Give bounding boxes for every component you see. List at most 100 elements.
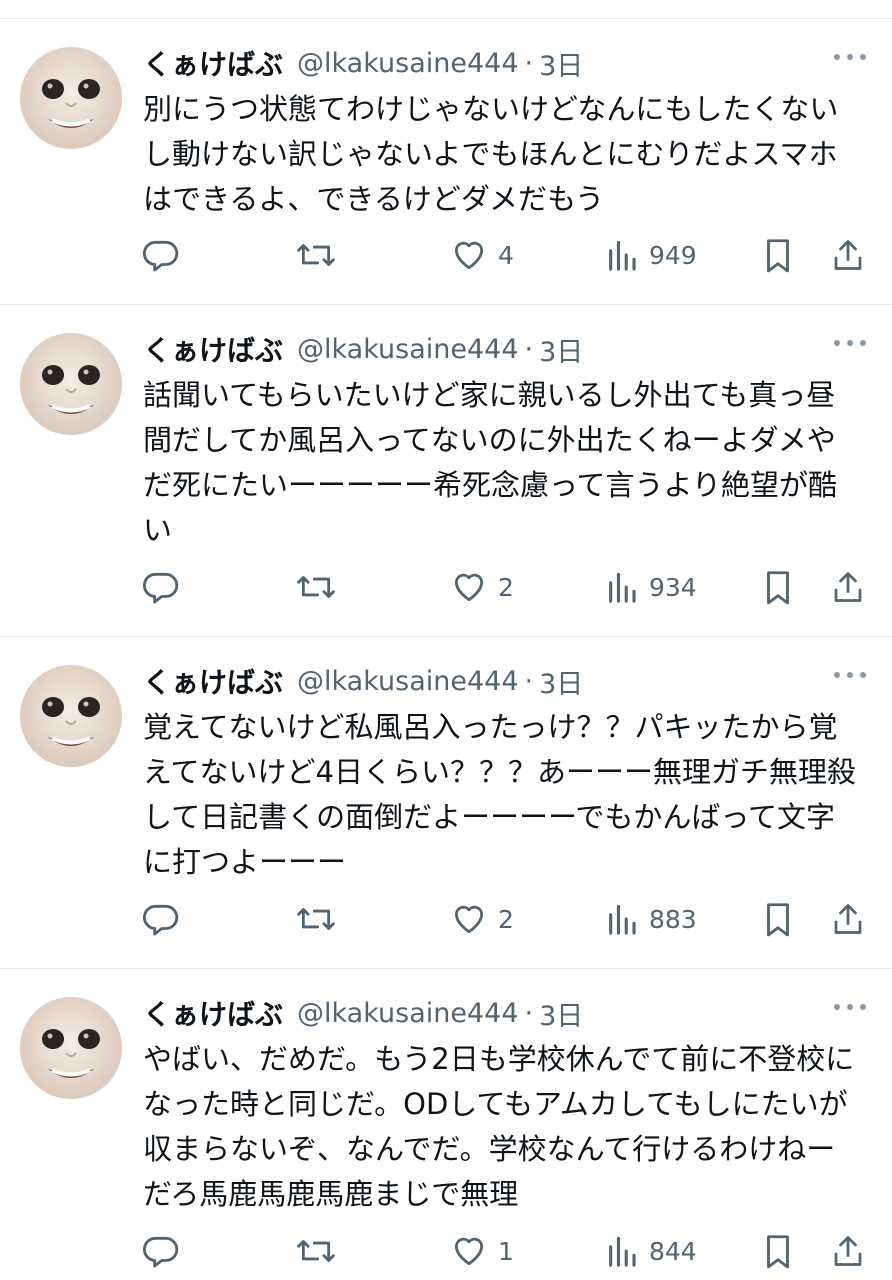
header-separator: · xyxy=(524,47,534,79)
bookmark-icon xyxy=(767,571,789,605)
bookmark-button[interactable] xyxy=(760,899,796,939)
reply-button[interactable] xyxy=(142,235,180,275)
like-button[interactable]: 2 xyxy=(450,899,514,939)
bookmark-icon xyxy=(767,903,789,937)
like-button[interactable]: 4 xyxy=(450,235,514,275)
reply-button[interactable] xyxy=(142,899,180,939)
avatar-face-image xyxy=(20,997,122,1099)
avatar[interactable] xyxy=(20,47,122,149)
action-bar: 1 844 xyxy=(140,1231,880,1271)
tweet-time[interactable]: 3日 xyxy=(539,44,583,83)
tweet-4[interactable]: くぁけばぶ @lkakusaine444 · 3日 やばい、だめだ。もう2日も学… xyxy=(0,969,892,1280)
tweet-header: くぁけばぶ @lkakusaine444 · 3日 xyxy=(143,993,583,1033)
tweet-text: 別にうつ状態てわけじゃないけどなんにもしたくないし動けない訳じゃないよでもほんと… xyxy=(143,92,839,216)
heart-icon xyxy=(454,573,484,602)
avatar-face-image xyxy=(20,665,122,767)
more-dots-icon[interactable] xyxy=(830,997,870,1017)
retweet-icon xyxy=(297,1240,335,1262)
display-name[interactable]: くぁけばぶ xyxy=(143,661,283,701)
retweet-button[interactable] xyxy=(295,1231,337,1271)
avatar[interactable] xyxy=(20,333,122,435)
views-button[interactable]: 883 xyxy=(605,899,697,939)
share-button[interactable] xyxy=(830,567,866,607)
tweet-header: くぁけばぶ @lkakusaine444 · 3日 xyxy=(143,329,583,369)
views-button[interactable]: 934 xyxy=(605,567,697,607)
user-handle[interactable]: @lkakusaine444 xyxy=(297,48,519,79)
header-separator: · xyxy=(524,333,534,365)
reply-icon xyxy=(142,240,179,272)
header-separator: · xyxy=(524,665,534,697)
like-count: 4 xyxy=(498,240,514,270)
user-handle[interactable]: @lkakusaine444 xyxy=(297,334,519,365)
reply-icon xyxy=(142,1236,179,1268)
like-count: 2 xyxy=(498,904,514,934)
tweet-text: やばい、だめだ。もう2日も学校休んでて前に不登校になった時と同じだ。ODしてもア… xyxy=(143,1042,855,1211)
tweet-header: くぁけばぶ @lkakusaine444 · 3日 xyxy=(143,661,583,701)
avatar[interactable] xyxy=(20,997,122,1099)
action-bar: 2 883 xyxy=(140,899,880,939)
views-button[interactable]: 949 xyxy=(605,235,697,275)
tweet-text: 話聞いてもらいたいけど家に親いるし外出ても真っ昼間だしてか風呂入ってないのに外出… xyxy=(143,378,837,547)
tweet-time[interactable]: 3日 xyxy=(539,662,583,701)
header-separator: · xyxy=(524,997,534,1029)
more-dots-icon[interactable] xyxy=(830,665,870,685)
display-name[interactable]: くぁけばぶ xyxy=(143,43,283,83)
view-count: 844 xyxy=(649,1236,697,1266)
bookmark-icon xyxy=(767,239,789,273)
bookmark-button[interactable] xyxy=(760,1231,796,1271)
action-bar: 4 949 xyxy=(140,235,880,275)
action-bar: 2 934 xyxy=(140,567,880,607)
like-count: 2 xyxy=(498,572,514,602)
share-icon xyxy=(834,904,862,934)
tweet-header: くぁけばぶ @lkakusaine444 · 3日 xyxy=(143,43,583,83)
bookmark-button[interactable] xyxy=(760,567,796,607)
retweet-button[interactable] xyxy=(295,235,337,275)
views-icon xyxy=(609,240,636,271)
tweet-time[interactable]: 3日 xyxy=(539,994,583,1033)
more-dots-icon[interactable] xyxy=(830,47,870,67)
view-count: 883 xyxy=(649,904,697,934)
tweet-text: 覚えてないけど私風呂入ったっけ？？パキッたから覚えてないけど4日くらい？？？あー… xyxy=(143,710,857,879)
retweet-icon xyxy=(297,908,335,930)
tweet-1[interactable]: くぁけばぶ @lkakusaine444 · 3日 別にうつ状態てわけじゃないけ… xyxy=(0,19,892,305)
retweet-button[interactable] xyxy=(295,899,337,939)
tweet-3[interactable]: くぁけばぶ @lkakusaine444 · 3日 覚えてないけど私風呂入ったっ… xyxy=(0,637,892,969)
user-handle[interactable]: @lkakusaine444 xyxy=(297,998,519,1029)
bookmark-button[interactable] xyxy=(760,235,796,275)
views-icon xyxy=(609,1236,636,1267)
more-dots-icon[interactable] xyxy=(830,333,870,353)
views-icon xyxy=(609,904,636,935)
view-count: 934 xyxy=(649,572,697,602)
reply-button[interactable] xyxy=(142,567,180,607)
like-count: 1 xyxy=(498,1236,514,1266)
bookmark-icon xyxy=(767,1235,789,1269)
retweet-icon xyxy=(297,244,335,266)
share-icon xyxy=(834,572,862,602)
share-icon xyxy=(834,1236,862,1266)
heart-icon xyxy=(454,1237,484,1266)
reply-icon xyxy=(142,572,179,604)
like-button[interactable]: 2 xyxy=(450,567,514,607)
share-button[interactable] xyxy=(830,899,866,939)
like-button[interactable]: 1 xyxy=(450,1231,514,1271)
share-icon xyxy=(834,240,862,270)
user-handle[interactable]: @lkakusaine444 xyxy=(297,666,519,697)
share-button[interactable] xyxy=(830,235,866,275)
share-button[interactable] xyxy=(830,1231,866,1271)
heart-icon xyxy=(454,905,484,934)
retweet-button[interactable] xyxy=(295,567,337,607)
tweet-time[interactable]: 3日 xyxy=(539,330,583,369)
avatar-face-image xyxy=(20,333,122,435)
views-button[interactable]: 844 xyxy=(605,1231,697,1271)
tweet-2[interactable]: くぁけばぶ @lkakusaine444 · 3日 話聞いてもらいたいけど家に親… xyxy=(0,305,892,637)
views-icon xyxy=(609,572,636,603)
display-name[interactable]: くぁけばぶ xyxy=(143,993,283,1033)
display-name[interactable]: くぁけばぶ xyxy=(143,329,283,369)
retweet-icon xyxy=(297,576,335,598)
reply-button[interactable] xyxy=(142,1231,180,1271)
reply-icon xyxy=(142,904,179,936)
heart-icon xyxy=(454,241,484,270)
avatar[interactable] xyxy=(20,665,122,767)
view-count: 949 xyxy=(649,240,697,270)
avatar-face-image xyxy=(20,47,122,149)
